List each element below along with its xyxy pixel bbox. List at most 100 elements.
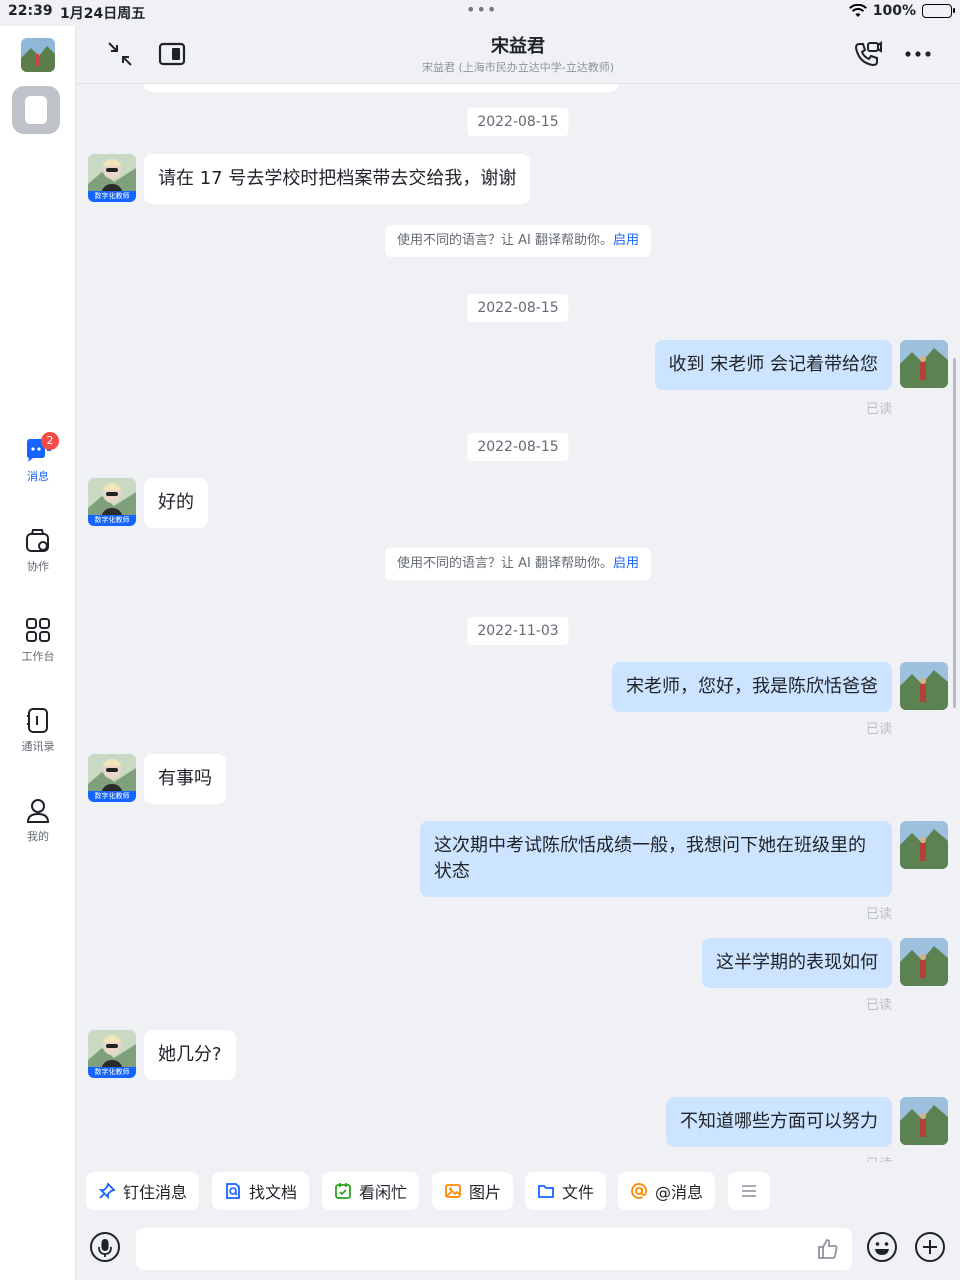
contacts-icon bbox=[27, 708, 48, 733]
sidebar-item-messages[interactable]: 2 消息 bbox=[0, 432, 76, 484]
date-divider: 2022-08-15 bbox=[467, 294, 569, 322]
plus-icon bbox=[915, 1232, 945, 1262]
thumbs-up-button[interactable] bbox=[816, 1237, 840, 1265]
mention-message-chip[interactable]: @消息 bbox=[618, 1172, 716, 1210]
thumbs-up-icon bbox=[818, 1239, 838, 1259]
chip-label: @消息 bbox=[655, 1183, 704, 1202]
chat-header: 宋益君 宋益君 (上海市民办立达中学-立达教师) bbox=[76, 26, 960, 84]
chat-subtitle: 宋益君 (上海市民办立达中学-立达教师) bbox=[421, 61, 615, 74]
chip-label: 看闲忙 bbox=[359, 1183, 408, 1202]
translate-hint: 使用不同的语言？让 AI 翻译帮助你。启用 bbox=[384, 225, 652, 257]
message-bubble-incoming[interactable]: 好的 bbox=[144, 478, 208, 528]
emoji-icon bbox=[867, 1232, 897, 1262]
date-divider: 2022-11-03 bbox=[467, 617, 569, 645]
message-bubble-outgoing[interactable]: 这次期中考试陈欣恬成绩一般，我想问下她在班级里的状态 bbox=[420, 821, 892, 897]
message-bubble-incoming[interactable]: 有事吗 bbox=[144, 754, 226, 804]
message-bubble-outgoing[interactable]: 这半学期的表现如何 bbox=[702, 938, 892, 988]
message-bubble-outgoing[interactable]: 不知道哪些方面可以努力 bbox=[666, 1097, 892, 1147]
my-avatar[interactable] bbox=[900, 340, 948, 388]
chip-label: 找文档 bbox=[249, 1183, 298, 1202]
battery-percent: 100% bbox=[872, 3, 916, 19]
date-divider: 2022-08-15 bbox=[467, 108, 569, 136]
contact-avatar[interactable]: 数字化教师 bbox=[88, 154, 136, 202]
teacher-tag: 数字化教师 bbox=[88, 1067, 136, 1078]
translate-hint: 使用不同的语言？让 AI 翻译帮助你。启用 bbox=[384, 548, 652, 580]
read-receipt: 已读 bbox=[865, 907, 892, 922]
read-receipt: 已读 bbox=[865, 722, 892, 737]
pin-message-chip[interactable]: 钉住消息 bbox=[86, 1172, 200, 1210]
chat-title[interactable]: 宋益君 bbox=[76, 32, 960, 58]
sidebar-item-label: 协作 bbox=[27, 560, 49, 573]
folder-icon bbox=[538, 1185, 554, 1198]
apps-grid-icon bbox=[26, 618, 50, 642]
my-avatar[interactable] bbox=[900, 821, 948, 869]
chip-label: 钉住消息 bbox=[123, 1183, 188, 1202]
at-sign-icon bbox=[631, 1183, 647, 1199]
previous-message-edge bbox=[144, 84, 618, 92]
availability-chip[interactable]: 看闲忙 bbox=[322, 1172, 420, 1210]
message-bubble-outgoing[interactable]: 收到 宋老师 会记着带给您 bbox=[654, 340, 892, 390]
my-avatar[interactable] bbox=[900, 1097, 948, 1145]
calendar-check-icon bbox=[335, 1183, 351, 1199]
date-divider: 2022-08-15 bbox=[467, 433, 569, 461]
read-receipt: 已读 bbox=[865, 998, 892, 1013]
sidebar: 2 消息 协作 工作台 通讯录 我的 bbox=[0, 26, 76, 1280]
read-receipt: 已读 bbox=[866, 1153, 892, 1162]
message-bubble-incoming[interactable]: 请在 17 号去学校时把档案带去交给我，谢谢 bbox=[144, 154, 531, 204]
chip-label: 图片 bbox=[469, 1183, 502, 1202]
user-avatar[interactable] bbox=[21, 38, 55, 72]
more-button[interactable] bbox=[902, 38, 934, 70]
message-scrollbar[interactable] bbox=[953, 358, 956, 708]
collab-icon bbox=[26, 529, 49, 552]
enable-translate-link[interactable]: 启用 bbox=[613, 233, 639, 248]
my-avatar[interactable] bbox=[900, 662, 948, 710]
image-chip[interactable]: 图片 bbox=[432, 1172, 514, 1210]
message-list[interactable]: 2022-08-15 数字化教师 请在 17 号去学校时把档案带去交给我，谢谢 … bbox=[76, 84, 960, 1162]
pinned-app-tile[interactable] bbox=[12, 86, 60, 134]
sidebar-item-me[interactable]: 我的 bbox=[0, 798, 76, 844]
status-date: 1月24日周五 bbox=[60, 6, 146, 22]
profile-icon bbox=[26, 799, 50, 823]
wifi-icon bbox=[848, 4, 867, 17]
sidebar-item-label: 工作台 bbox=[21, 650, 55, 663]
doc-search-icon bbox=[226, 1183, 240, 1199]
teacher-tag: 数字化教师 bbox=[88, 791, 136, 802]
message-input[interactable] bbox=[136, 1228, 796, 1270]
sidebar-item-collab[interactable]: 协作 bbox=[0, 528, 76, 574]
find-doc-chip[interactable]: 找文档 bbox=[212, 1172, 310, 1210]
chip-label: 文件 bbox=[562, 1183, 595, 1202]
status-right: 100% bbox=[848, 3, 955, 19]
message-bubble-outgoing[interactable]: 宋老师，您好，我是陈欣恬爸爸 bbox=[612, 662, 892, 712]
voice-button[interactable] bbox=[88, 1230, 122, 1264]
emoji-button[interactable] bbox=[865, 1230, 899, 1264]
translate-hint-text: 使用不同的语言？让 AI 翻译帮助你。 bbox=[396, 233, 613, 248]
composer bbox=[76, 1218, 960, 1280]
microphone-icon bbox=[90, 1232, 120, 1262]
contact-avatar[interactable]: 数字化教师 bbox=[88, 1030, 136, 1078]
sidebar-item-contacts[interactable]: 通讯录 bbox=[0, 708, 76, 754]
sidebar-item-label: 通讯录 bbox=[21, 740, 55, 753]
teacher-tag: 数字化教师 bbox=[88, 191, 136, 202]
multitasking-dots[interactable]: ••• bbox=[466, 0, 497, 19]
add-button[interactable] bbox=[913, 1230, 947, 1264]
message-bubble-incoming[interactable]: 她几分? bbox=[144, 1030, 236, 1080]
quick-actions-bar: 钉住消息 找文档 看闲忙 图片 文件 @消息 bbox=[76, 1162, 960, 1218]
message-input-box[interactable] bbox=[136, 1228, 852, 1270]
image-icon bbox=[445, 1184, 461, 1198]
call-button[interactable] bbox=[852, 38, 884, 70]
contact-avatar[interactable]: 数字化教师 bbox=[88, 754, 136, 802]
phone-video-icon bbox=[854, 41, 882, 67]
unread-badge: 2 bbox=[41, 432, 59, 450]
contact-avatar[interactable]: 数字化教师 bbox=[88, 478, 136, 526]
status-time: 22:39 bbox=[8, 3, 53, 19]
file-chip[interactable]: 文件 bbox=[525, 1172, 607, 1210]
more-actions-chip[interactable] bbox=[728, 1172, 770, 1210]
status-bar: 22:39 1月24日周五 ••• 100% bbox=[0, 0, 960, 26]
enable-translate-link[interactable]: 启用 bbox=[613, 556, 639, 571]
my-avatar[interactable] bbox=[900, 938, 948, 986]
battery-icon bbox=[922, 4, 955, 18]
sidebar-item-label: 我的 bbox=[27, 830, 49, 843]
teacher-tag: 数字化教师 bbox=[88, 515, 136, 526]
translate-hint-text: 使用不同的语言？让 AI 翻译帮助你。 bbox=[396, 556, 613, 571]
sidebar-item-workbench[interactable]: 工作台 bbox=[0, 618, 76, 664]
